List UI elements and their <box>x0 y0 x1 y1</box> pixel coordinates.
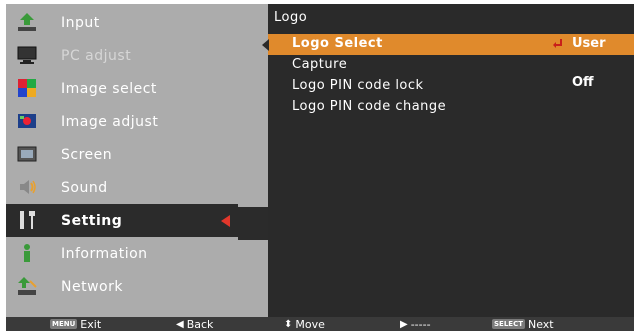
submenu-list: Logo Select User Capture Logo PIN code l… <box>262 34 634 118</box>
osd-window: Input PC adjust Image select Image adjus… <box>6 4 634 317</box>
row-logo-pin-code-lock[interactable]: Logo PIN code lock Off <box>268 75 634 97</box>
menu-item-setting[interactable]: Setting <box>6 204 238 237</box>
screen-icon <box>16 143 38 165</box>
row-label: Capture <box>292 57 348 72</box>
menu-item-input[interactable]: Input <box>6 6 238 39</box>
hint-next: SELECT Next <box>492 317 554 331</box>
row-label: Logo PIN code lock <box>292 78 424 93</box>
menu-item-network[interactable]: Network <box>6 270 238 303</box>
information-icon <box>16 242 38 264</box>
pc-adjust-icon <box>16 44 38 66</box>
menu-item-screen[interactable]: Screen <box>6 138 238 171</box>
row-value: Off <box>572 75 594 90</box>
menu-item-image-adjust[interactable]: Image adjust <box>6 105 238 138</box>
network-icon <box>16 275 38 297</box>
row-logo-select[interactable]: Logo Select User <box>262 34 634 55</box>
select-key-icon: SELECT <box>492 319 525 329</box>
menu-item-image-select[interactable]: Image select <box>6 72 238 105</box>
main-menu: Input PC adjust Image select Image adjus… <box>6 6 238 303</box>
menu-item-label: Input <box>61 14 100 31</box>
menu-item-label: Sound <box>61 179 108 196</box>
menu-item-label: Image select <box>61 80 157 97</box>
hint-move: ⬍ Move <box>284 317 325 331</box>
row-label: Logo Select <box>292 36 383 51</box>
hint-back: ◀ Back <box>176 317 213 331</box>
row-value: User <box>572 36 606 51</box>
back-arrow-icon: ◀ <box>176 318 184 330</box>
bottom-hint-bar: MENU Exit ◀ Back ⬍ Move ▶ ----- SELECT N… <box>6 317 634 331</box>
panel-title: Logo <box>274 10 308 25</box>
menu-item-label: Network <box>61 278 123 295</box>
forward-arrow-icon: ▶ <box>400 318 408 330</box>
menu-item-information[interactable]: Information <box>6 237 238 270</box>
row-capture[interactable]: Capture <box>268 55 634 76</box>
image-select-icon <box>16 77 38 99</box>
enter-icon <box>553 39 562 48</box>
hint-forward: ▶ ----- <box>400 317 431 331</box>
row-label: Logo PIN code change <box>292 99 447 114</box>
move-arrows-icon: ⬍ <box>284 318 293 330</box>
hint-forward-label: ----- <box>410 317 431 331</box>
menu-item-sound[interactable]: Sound <box>6 171 238 204</box>
input-icon <box>16 11 38 33</box>
menu-item-label: PC adjust <box>61 47 132 64</box>
row-logo-pin-code-change[interactable]: Logo PIN code change <box>268 97 634 118</box>
setting-icon <box>16 209 38 231</box>
menu-key-icon: MENU <box>50 319 78 329</box>
hint-back-label: Back <box>186 317 214 331</box>
hint-next-label: Next <box>527 317 554 331</box>
menu-item-label: Screen <box>61 146 113 163</box>
menu-item-pc-adjust[interactable]: PC adjust <box>6 39 238 72</box>
menu-item-label: Image adjust <box>61 113 159 130</box>
hint-move-label: Move <box>295 317 325 331</box>
logo-submenu-panel: Logo Logo Select User Capture Logo PIN c… <box>262 4 634 317</box>
hint-exit-label: Exit <box>80 317 102 331</box>
row-pointer-icon <box>262 39 269 51</box>
menu-item-label: Setting <box>61 212 123 229</box>
menu-item-label: Information <box>61 245 148 262</box>
hint-exit: MENU Exit <box>50 317 101 331</box>
sound-icon <box>16 176 38 198</box>
menu-connector <box>238 207 268 240</box>
image-adjust-icon <box>16 110 38 132</box>
selection-arrow-icon <box>221 215 230 227</box>
